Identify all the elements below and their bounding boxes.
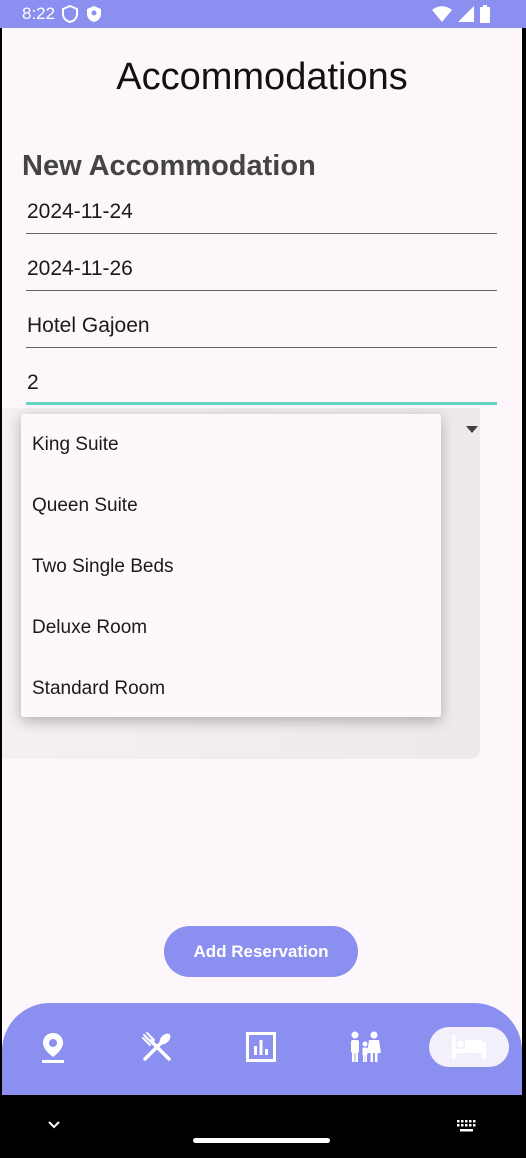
- check-in-date-value: 2024-11-24: [27, 200, 133, 223]
- guests-value: 2: [27, 371, 39, 394]
- room-option-deluxe-room[interactable]: Deluxe Room: [32, 617, 147, 639]
- battery-icon: [480, 5, 490, 23]
- location-pin-icon: [42, 1033, 64, 1063]
- bottom-navigation: [2, 1003, 522, 1099]
- chevron-down-icon[interactable]: [46, 1119, 62, 1131]
- check-in-date-field[interactable]: 2024-11-24: [26, 194, 497, 234]
- shield-filled-icon: [87, 6, 101, 22]
- restaurant-icon: [142, 1032, 171, 1061]
- signal-icon: [458, 6, 474, 22]
- add-reservation-button[interactable]: Add Reservation: [164, 926, 358, 977]
- nav-accommodations[interactable]: [429, 1027, 509, 1067]
- check-out-date-value: 2024-11-26: [27, 257, 133, 280]
- family-icon: [351, 1031, 381, 1062]
- status-time: 8:22: [22, 4, 56, 23]
- room-option-king-suite[interactable]: King Suite: [32, 434, 119, 456]
- nav-travelers[interactable]: [342, 1027, 388, 1067]
- hotel-name-value: Hotel Gajoen: [27, 314, 150, 337]
- shield-outline-icon: [62, 5, 78, 23]
- wifi-icon: [432, 6, 452, 22]
- system-navigation-bar: [0, 1095, 526, 1158]
- room-type-dropdown-menu: King Suite Queen Suite Two Single Beds D…: [21, 414, 441, 717]
- app-screen: Accommodations New Accommodation 2024-11…: [2, 28, 522, 1099]
- room-option-queen-suite[interactable]: Queen Suite: [32, 495, 138, 517]
- guests-field[interactable]: 2: [26, 365, 497, 405]
- check-out-date-field[interactable]: 2024-11-26: [26, 251, 497, 291]
- page-title: Accommodations: [116, 56, 408, 98]
- hotel-bed-icon: [452, 1035, 486, 1059]
- nav-statistics[interactable]: [238, 1027, 284, 1067]
- status-bar: 8:22: [0, 0, 526, 28]
- home-gesture-pill[interactable]: [193, 1138, 330, 1143]
- nav-restaurants[interactable]: [134, 1027, 180, 1067]
- bar-chart-icon: [246, 1032, 276, 1062]
- room-option-standard-room[interactable]: Standard Room: [32, 678, 165, 700]
- nav-locations[interactable]: [30, 1027, 76, 1067]
- keyboard-icon[interactable]: [456, 1119, 478, 1133]
- hotel-name-field[interactable]: Hotel Gajoen: [26, 308, 497, 348]
- section-title: New Accommodation: [22, 150, 316, 182]
- room-option-two-single-beds[interactable]: Two Single Beds: [32, 556, 174, 578]
